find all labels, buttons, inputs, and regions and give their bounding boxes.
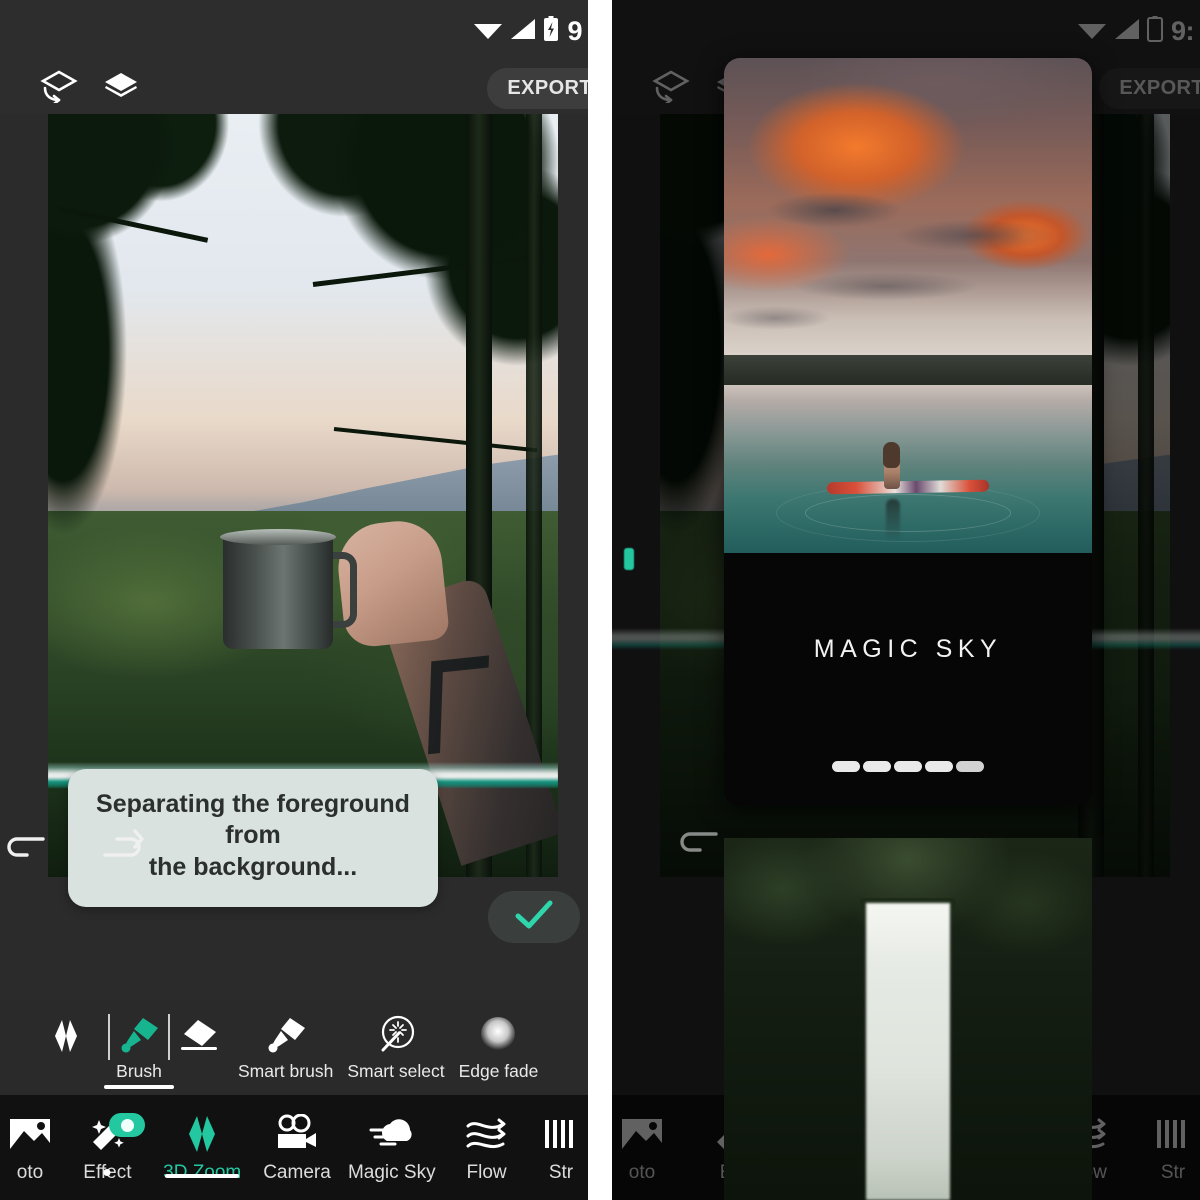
tool-3d-zoom[interactable] xyxy=(46,1014,86,1061)
tree-trunk xyxy=(1138,114,1154,877)
nav-label: Flow xyxy=(466,1162,507,1183)
undo-arrow-icon[interactable] xyxy=(0,824,52,864)
nav-camera[interactable]: Camera xyxy=(250,1111,345,1184)
tool-label: Edge fade xyxy=(458,1061,539,1081)
progress-segment xyxy=(894,761,922,772)
photo-icon xyxy=(620,1111,664,1157)
left-phone-panel: 9 EXPORT Separating the foreground from … xyxy=(0,0,588,1200)
export-button[interactable]: EXPORT xyxy=(487,67,588,109)
main-photo[interactable] xyxy=(48,114,558,877)
nav-label: Str xyxy=(1160,1162,1186,1183)
nav-label: oto xyxy=(16,1162,44,1183)
tutorial-title: MAGIC SKY xyxy=(813,635,1003,663)
screenshot-stage: 9 EXPORT Separating the foreground from … xyxy=(0,0,1200,1200)
edge-fade-icon xyxy=(475,1014,521,1058)
nav-label: Camera xyxy=(263,1162,331,1183)
tool-active-underline xyxy=(104,1085,174,1089)
tool-edge-fade[interactable]: Edge fade xyxy=(458,1014,539,1082)
progress-segment xyxy=(863,761,891,772)
bottom-nav: oto Effect xyxy=(0,1095,588,1200)
tool-smart-select[interactable]: Smart select xyxy=(347,1014,445,1082)
progress-segment xyxy=(956,761,984,772)
photo-icon xyxy=(8,1111,52,1157)
smart-select-icon xyxy=(373,1014,419,1058)
tool-label: Smart select xyxy=(347,1061,445,1081)
nav-3d-zoom[interactable]: 3D Zoom xyxy=(155,1111,250,1184)
nav-stripes[interactable]: Str xyxy=(1146,1111,1200,1184)
sunset-clouds xyxy=(724,58,1092,375)
camping-mug xyxy=(220,529,336,649)
battery-charging-icon xyxy=(543,15,559,47)
layers-outline-icon[interactable] xyxy=(652,69,690,108)
magic-sky-tutorial-card[interactable]: MAGIC SKY xyxy=(724,58,1092,806)
tool-label: Brush xyxy=(116,1061,162,1081)
wifi-icon xyxy=(473,18,503,45)
accent-indicator xyxy=(624,548,634,570)
progress-segment xyxy=(925,761,953,772)
3d-zoom-diamond-icon xyxy=(46,1014,86,1058)
water-ripple xyxy=(804,493,1012,532)
tool-eraser[interactable] xyxy=(176,1014,222,1061)
layers-outline-icon[interactable] xyxy=(40,69,78,108)
nav-stripes[interactable]: Str xyxy=(534,1111,588,1184)
editor-canvas: Separating the foreground from the backg… xyxy=(0,114,588,1200)
waterfall-water xyxy=(865,903,951,1200)
nav-photo[interactable]: oto xyxy=(0,1111,60,1184)
tool-label: Smart brush xyxy=(238,1061,334,1081)
smart-brush-icon xyxy=(263,1014,309,1058)
tutorial-preview-image xyxy=(724,58,1092,553)
effect-new-badge xyxy=(109,1113,146,1137)
wifi-icon xyxy=(1077,18,1107,45)
nav-label: 3D Zoom xyxy=(163,1162,242,1183)
3d-zoom-diamond-icon xyxy=(178,1111,226,1157)
confirm-button[interactable] xyxy=(488,891,580,943)
redo-arrow-icon[interactable] xyxy=(96,824,148,864)
eraser-icon xyxy=(176,1014,222,1058)
tool-row: Brush Smart brush Smart select Edge fade xyxy=(0,1000,588,1095)
tool-divider xyxy=(108,1014,110,1060)
camera-icon xyxy=(273,1111,321,1157)
right-phone-panel: 9: EXPORT oto Str MAGIC SKY xyxy=(612,0,1200,1200)
stripes-icon xyxy=(1153,1111,1193,1157)
tutorial-title-area: MAGIC SKY xyxy=(724,553,1092,806)
history-controls xyxy=(0,824,148,864)
cellular-signal-icon xyxy=(1114,18,1140,45)
nav-effect[interactable]: Effect xyxy=(60,1111,155,1184)
tutorial-next-card-preview[interactable] xyxy=(724,838,1092,1200)
status-bar: 9: xyxy=(612,0,1200,62)
export-button[interactable]: EXPORT xyxy=(1099,67,1200,109)
nav-active-underline xyxy=(165,1174,240,1178)
nav-flow[interactable]: Flow xyxy=(439,1111,534,1184)
magic-sky-icon xyxy=(367,1111,417,1157)
nav-photo[interactable]: oto xyxy=(612,1111,672,1184)
tool-smart-brush[interactable]: Smart brush xyxy=(238,1014,333,1082)
top-toolbar: EXPORT xyxy=(0,62,588,114)
nav-label: Magic Sky xyxy=(347,1162,436,1183)
clock-text: 9: xyxy=(1170,15,1195,46)
nav-label: oto xyxy=(628,1162,656,1183)
nav-indicator-dot xyxy=(103,1169,111,1176)
cellular-signal-icon xyxy=(510,18,536,45)
tutorial-progress-indicator[interactable] xyxy=(832,761,984,772)
nav-magic-sky[interactable]: Magic Sky xyxy=(344,1111,439,1184)
stripes-icon xyxy=(541,1111,581,1157)
nav-label: Str xyxy=(548,1162,574,1183)
progress-segment xyxy=(832,761,860,772)
battery-icon xyxy=(1146,15,1163,47)
paddler-reflection xyxy=(885,498,900,541)
undo-arrow-icon[interactable] xyxy=(676,822,722,861)
tattoo xyxy=(428,655,490,755)
flow-icon xyxy=(463,1111,511,1157)
layers-filled-icon[interactable] xyxy=(102,69,140,108)
battery-percentage: 9 xyxy=(567,15,582,46)
status-bar: 9 xyxy=(0,0,588,62)
paddler-hair xyxy=(882,441,900,468)
tool-brush[interactable]: Brush xyxy=(104,1014,174,1089)
brush-icon xyxy=(116,1014,162,1058)
mug-handle xyxy=(331,552,357,628)
checkmark-icon xyxy=(512,898,556,937)
tool-divider xyxy=(168,1014,170,1060)
